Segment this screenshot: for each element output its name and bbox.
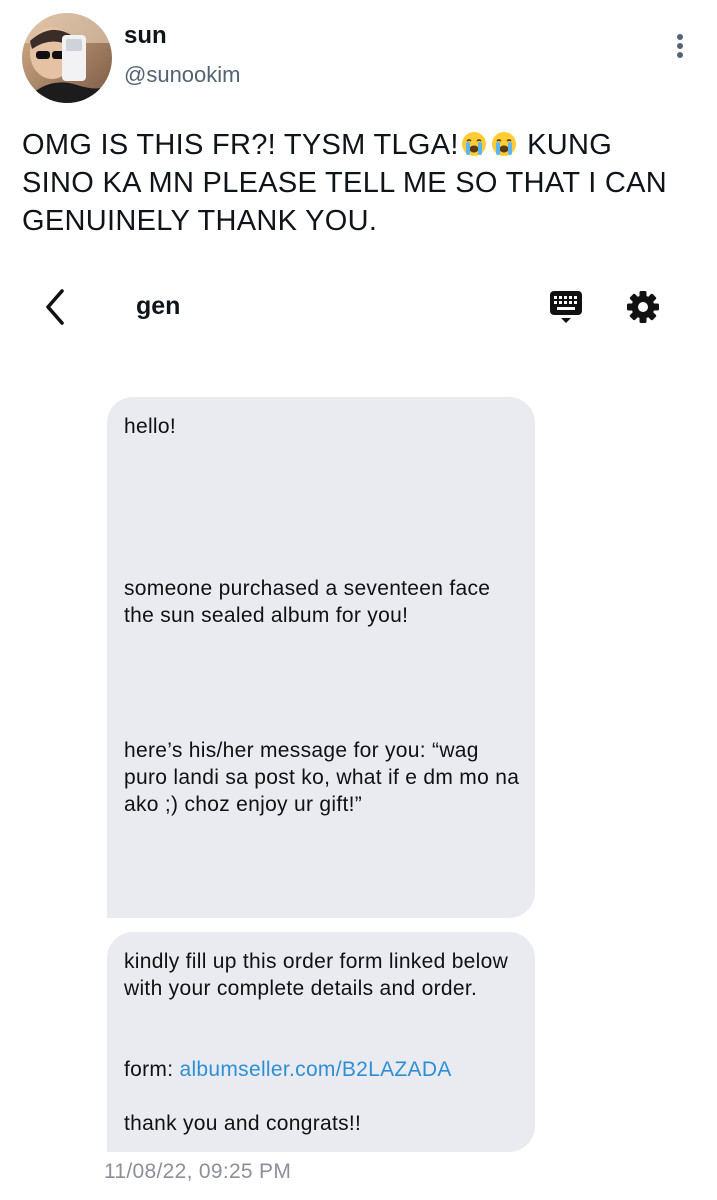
tweet-text: OMG IS THIS FR?! TYSM TLGA! KUNG SINO KA…	[22, 126, 692, 240]
loudly-crying-face-icon	[461, 129, 487, 156]
form-label: form:	[124, 1058, 180, 1081]
chat-contact-name: gen	[136, 292, 181, 320]
message-timestamp: 11/08/22, 09:25 PM	[104, 1160, 292, 1183]
more-options-button[interactable]	[668, 30, 692, 60]
user-handle[interactable]: @sunookim	[124, 61, 241, 89]
message-text: hello!	[124, 415, 177, 438]
order-form-link[interactable]: albumseller.com/B2LAZADA	[179, 1058, 451, 1081]
message-bubble: kindly fill up this order form linked be…	[107, 932, 535, 1152]
message-text: kindly fill up this order form linked be…	[124, 950, 509, 1000]
loudly-crying-face-icon	[491, 129, 517, 156]
form-line: form: albumseller.com/B2LAZADA	[124, 1056, 452, 1083]
tweet-text-part1: OMG IS THIS FR?! TYSM TLGA!	[22, 129, 459, 161]
message-text: someone purchased a seventeen face the s…	[124, 577, 491, 627]
chevron-left-icon	[46, 289, 64, 325]
avatar[interactable]	[22, 13, 112, 103]
display-name[interactable]: sun	[124, 22, 167, 50]
message-text: thank you and congrats!!	[124, 1112, 362, 1135]
message-bubble: hello! someone purchased a seventeen fac…	[107, 397, 535, 918]
keyboard-icon	[550, 291, 582, 323]
back-button[interactable]	[38, 287, 72, 327]
message-text: here’s his/her message for you: “wag pur…	[124, 739, 520, 816]
keyboard-button[interactable]	[547, 288, 585, 326]
gear-icon	[627, 291, 659, 323]
settings-button[interactable]	[624, 288, 662, 326]
